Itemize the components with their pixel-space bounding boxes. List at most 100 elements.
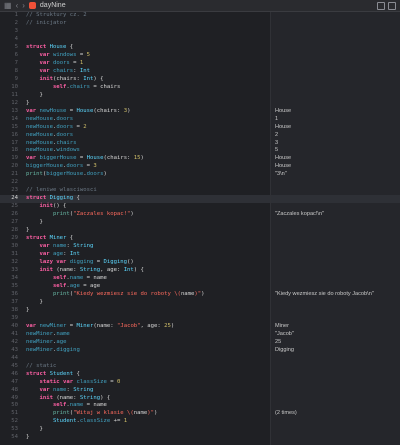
code-line[interactable]: 25 init() { xyxy=(0,203,270,211)
code-line[interactable]: 16 newHouse.doors xyxy=(0,132,270,140)
code-token: 2 xyxy=(83,123,87,130)
code-line[interactable]: 38} xyxy=(0,307,270,315)
code-line[interactable]: 21 print(biggerHouse.doors) xyxy=(0,171,270,179)
code-line[interactable]: 13 var newHouse = House(chairs: 3) xyxy=(0,108,270,116)
code-text: Student.classSize += 1 xyxy=(26,418,127,426)
code-line[interactable]: 12} xyxy=(0,100,270,108)
file-breadcrumb[interactable]: dayNine xyxy=(40,2,66,9)
code-line[interactable]: 54} xyxy=(0,434,270,442)
code-line[interactable]: 14 newHouse.doors xyxy=(0,116,270,124)
code-line[interactable]: 53 } xyxy=(0,426,270,434)
code-line[interactable]: 5 struct House { xyxy=(0,44,270,52)
code-line[interactable]: 10 self.chairs = chairs xyxy=(0,84,270,92)
code-line[interactable]: 44 xyxy=(0,355,270,363)
code-token: 15 xyxy=(133,155,141,162)
code-line[interactable]: 33 init (name: String, age: Int) { xyxy=(0,267,270,275)
code-line[interactable]: 47 static var classSize = 0 xyxy=(0,379,270,387)
code-line[interactable]: 3 xyxy=(0,28,270,36)
result-value xyxy=(271,371,400,379)
code-line[interactable]: 32 lazy var digging = Digging() xyxy=(0,259,270,267)
result-value[interactable]: House xyxy=(271,163,400,171)
result-value[interactable]: 5 xyxy=(271,147,400,155)
code-line[interactable]: 45 // static xyxy=(0,363,270,371)
code-line[interactable]: 24 struct Digging { xyxy=(0,195,270,204)
code-line[interactable]: 19 var biggerHouse = House(chairs: 15) xyxy=(0,155,270,163)
code-line[interactable]: 30 var name: String xyxy=(0,243,270,251)
code-line[interactable]: 29 struct Miner { xyxy=(0,235,270,243)
editor-options-icon[interactable] xyxy=(377,1,385,10)
result-value[interactable]: 1 xyxy=(271,116,400,124)
code-line[interactable]: 40 var newMiner = Miner(name: "Jacob", ag… xyxy=(0,323,270,331)
code-token: (chairs: xyxy=(52,75,84,82)
code-token: (name: xyxy=(93,322,117,329)
code-line[interactable]: 34 self.name = name xyxy=(0,275,270,283)
code-line[interactable]: 43 newMiner.digging xyxy=(0,347,270,355)
code-token: age xyxy=(52,251,64,258)
code-text: newHouse.windows xyxy=(26,147,80,155)
code-line[interactable]: 18 newHouse.windows xyxy=(0,147,270,155)
code-line[interactable]: 28} xyxy=(0,227,270,235)
result-value xyxy=(271,179,400,187)
code-line[interactable]: 8 var chairs: Int xyxy=(0,68,270,76)
line-number: 35 xyxy=(11,282,18,289)
result-value[interactable]: "Kiedy wezmiesz sie do roboty Jacob\n" xyxy=(271,291,400,299)
code-token: "Jacob" xyxy=(116,322,141,329)
result-value[interactable]: "3\n" xyxy=(271,171,400,179)
code-line[interactable]: 11 } xyxy=(0,92,270,100)
code-line[interactable]: 1 // Struktury cz. 2 xyxy=(0,12,270,20)
code-editor[interactable]: 1// Struktury cz. 2 2// inicjator 3 4 5 struc… xyxy=(0,12,270,445)
code-line[interactable]: 39 xyxy=(0,315,270,323)
code-line[interactable]: 50 self.name = name xyxy=(0,402,270,410)
code-token: { xyxy=(73,195,80,202)
code-line[interactable]: 2 // inicjator xyxy=(0,20,270,28)
code-line[interactable]: 35 self.age = age xyxy=(0,283,270,291)
result-value[interactable]: Miner xyxy=(271,323,400,331)
add-editor-icon[interactable] xyxy=(388,1,396,10)
code-line[interactable]: 48 var name: String xyxy=(0,387,270,395)
result-value[interactable]: 2 xyxy=(271,132,400,140)
result-value[interactable]: House xyxy=(271,155,400,163)
result-value xyxy=(271,52,400,60)
code-token: doors xyxy=(56,123,74,130)
result-value[interactable]: 25 xyxy=(271,339,400,347)
result-value[interactable]: House xyxy=(271,108,400,116)
code-text: } xyxy=(26,92,42,100)
code-line[interactable]: 22 xyxy=(0,179,270,187)
code-token: name xyxy=(180,290,195,297)
grid-icon[interactable]: ▦ xyxy=(4,1,12,10)
code-line[interactable]: 42 newMiner.age xyxy=(0,339,270,347)
code-line[interactable]: 23 // leniwe wlasciwosci xyxy=(0,187,270,195)
code-line[interactable]: 52 Student.classSize += 1 xyxy=(0,418,270,426)
code-line[interactable]: 6 var windows = 5 xyxy=(0,52,270,60)
code-token: age xyxy=(69,282,80,289)
code-line[interactable]: 4 xyxy=(0,36,270,44)
result-value[interactable]: "Zaczales kopac!\n" xyxy=(271,211,400,219)
code-line[interactable]: 31 var age: Int xyxy=(0,251,270,259)
code-line[interactable]: 20 biggerHouse.doors = 3 xyxy=(0,163,270,171)
code-line[interactable]: 26 print("Zaczales kopac!") xyxy=(0,211,270,219)
code-line[interactable]: 15 newHouse.doors = 2 xyxy=(0,124,270,132)
line-number: 2 xyxy=(14,19,18,26)
result-value[interactable]: House xyxy=(271,124,400,132)
result-value xyxy=(271,315,400,323)
result-value[interactable]: (2 times) xyxy=(271,410,400,418)
result-value[interactable]: "Jacob" xyxy=(271,331,400,339)
line-number: 48 xyxy=(11,386,18,393)
code-line[interactable]: 27 } xyxy=(0,219,270,227)
code-line[interactable]: 49 init (name: String) { xyxy=(0,395,270,403)
code-token: init xyxy=(26,394,57,401)
code-line[interactable]: 17 newHouse.chairs xyxy=(0,140,270,148)
code-line[interactable]: 51 print("Witaj w klasie \(name)") xyxy=(0,410,270,418)
code-line[interactable]: 7 var doors = 1 xyxy=(0,60,270,68)
code-token: name xyxy=(52,386,67,393)
code-line[interactable]: 9 init(chairs: Int) { xyxy=(0,76,270,84)
forward-button[interactable]: › xyxy=(22,1,25,10)
back-button[interactable]: ‹ xyxy=(16,1,19,10)
code-text: newMiner.name xyxy=(26,331,70,339)
result-value[interactable]: Digging xyxy=(271,347,400,355)
code-line[interactable]: 36 print("Kiedy wezmiesz sie do roboty \… xyxy=(0,291,270,299)
code-line[interactable]: 41 newMiner.name xyxy=(0,331,270,339)
result-value[interactable]: 3 xyxy=(271,140,400,148)
code-line[interactable]: 37 } xyxy=(0,299,270,307)
code-line[interactable]: 46 struct Student { xyxy=(0,371,270,379)
